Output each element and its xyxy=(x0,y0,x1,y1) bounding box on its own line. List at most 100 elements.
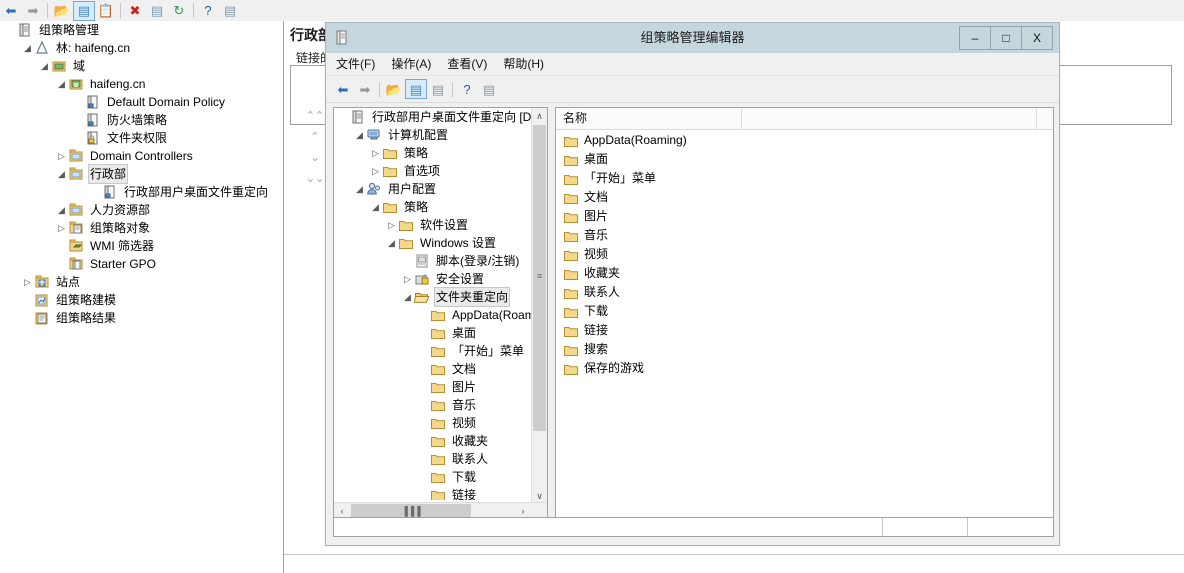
gpme-tree-item[interactable]: ▷ 安全设置 xyxy=(334,270,532,288)
expander-icon[interactable] xyxy=(417,378,430,396)
gpme-tree-item[interactable]: 图片 xyxy=(334,378,532,396)
console-tree-item[interactable]: ◢ 行政部 xyxy=(0,164,283,184)
expander-icon[interactable] xyxy=(417,450,430,468)
console-tree-item[interactable]: 组策略建模 xyxy=(0,291,283,309)
window-icon[interactable]: ▤ xyxy=(478,79,500,99)
gpme-toolbar[interactable]: ⬅ ➡ 📂 ▤ ▤? ▤ xyxy=(326,76,1059,103)
gpme-list-header[interactable]: 名称 xyxy=(556,108,1053,130)
list-item[interactable]: 下载 xyxy=(556,301,1053,320)
console-tree-item[interactable]: Starter GPO xyxy=(0,255,283,273)
refresh-icon[interactable]: ↻ xyxy=(168,1,190,21)
expander-icon[interactable] xyxy=(417,468,430,486)
menu-view[interactable]: 查看(V) xyxy=(447,53,487,75)
gpme-tree-vscrollbar[interactable]: ∧ ≡ ∨ xyxy=(531,108,547,504)
list-item[interactable]: 图片 xyxy=(556,206,1053,225)
console-tree-item[interactable]: 文件夹权限 xyxy=(0,129,283,147)
gpme-tree-item[interactable]: 视频 xyxy=(334,414,532,432)
maximize-button[interactable]: □ xyxy=(990,26,1022,50)
expander-icon[interactable] xyxy=(21,291,34,309)
list-item[interactable]: 联系人 xyxy=(556,282,1053,301)
console-tree-item[interactable]: ▷ 站点 xyxy=(0,273,283,291)
list-column-header-1[interactable] xyxy=(742,108,1037,129)
expander-icon[interactable]: ◢ xyxy=(55,201,68,219)
console-tree-item[interactable]: Default Domain Policy xyxy=(0,93,283,111)
menu-action[interactable]: 操作(A) xyxy=(391,53,431,75)
expander-icon[interactable] xyxy=(417,324,430,342)
gpme-tree-item[interactable]: 行政部用户桌面文件重定向 [DC1.HA xyxy=(334,108,532,126)
gpme-menubar[interactable]: 文件(F) 操作(A) 查看(V) 帮助(H) xyxy=(326,53,1059,76)
expander-icon[interactable] xyxy=(417,360,430,378)
gpme-tree-hscrollbar[interactable]: ‹ ▐▐▐ › xyxy=(334,502,547,518)
gpme-tree-item[interactable]: ▷ 首选项 xyxy=(334,162,532,180)
console-tree-item[interactable]: ▷ Domain Controllers xyxy=(0,147,283,165)
expander-icon[interactable]: ▷ xyxy=(55,147,68,165)
expander-icon[interactable] xyxy=(417,306,430,324)
gpme-list-pane[interactable]: 名称 AppData(Roaming) 桌面 「开始」菜单 文档 图片 音乐 视频 收藏夹 联系… xyxy=(555,107,1054,519)
gpme-tree-item[interactable]: 「开始」菜单 xyxy=(334,342,532,360)
expander-icon[interactable] xyxy=(72,129,85,147)
gpme-tree-item[interactable]: 脚本(登录/注销) xyxy=(334,252,532,270)
expander-icon[interactable] xyxy=(72,93,85,111)
expander-icon[interactable] xyxy=(337,108,350,126)
gpme-caption-buttons[interactable]: – □ X xyxy=(959,26,1053,50)
expander-icon[interactable]: ◢ xyxy=(401,288,414,306)
console-tree-item[interactable]: ◢ 林: haifeng.cn xyxy=(0,39,283,57)
gpme-tree-item[interactable]: ◢ 文件夹重定向 xyxy=(334,287,532,307)
forward-icon[interactable]: ➡ xyxy=(354,79,376,99)
console-tree-item[interactable]: 行政部用户桌面文件重定向 xyxy=(0,183,283,201)
expander-icon[interactable] xyxy=(21,309,34,327)
gpme-tree-item[interactable]: ◢ 计算机配置 xyxy=(334,126,532,144)
export-list-icon[interactable]: ▤ xyxy=(427,79,449,99)
console-tree-item[interactable]: 组策略结果 xyxy=(0,309,283,327)
list-item[interactable]: 音乐 xyxy=(556,225,1053,244)
scroll-up-icon[interactable]: ∧ xyxy=(532,108,547,124)
gpme-tree-pane[interactable]: 行政部用户桌面文件重定向 [DC1.HA ◢ 计算机配置 ▷ 策略 ▷ 首选项 ◢ 用户配置 ◢ 策… xyxy=(333,107,548,519)
expander-icon[interactable]: ▷ xyxy=(385,216,398,234)
console-tree-item[interactable]: ▷ 组策略对象 xyxy=(0,219,283,237)
expander-icon[interactable] xyxy=(417,396,430,414)
gpme-tree-item[interactable]: 下载 xyxy=(334,468,532,486)
console-tree-item[interactable]: 组策略管理 xyxy=(0,21,283,39)
list-item[interactable]: 文档 xyxy=(556,187,1053,206)
list-item[interactable]: 保存的游戏 xyxy=(556,358,1053,377)
expander-icon[interactable]: ◢ xyxy=(385,234,398,252)
gpme-tree-item[interactable]: ◢ 策略 xyxy=(334,198,532,216)
list-item[interactable]: 桌面 xyxy=(556,149,1053,168)
gpme-tree-item[interactable]: ▷ 软件设置 xyxy=(334,216,532,234)
gpmc-console-tree[interactable]: 组策略管理 ◢ 林: haifeng.cn ◢ 域 ◢ haifeng.cn Default … xyxy=(0,21,284,573)
properties-icon[interactable]: 📋 xyxy=(95,1,117,21)
expander-icon[interactable]: ▷ xyxy=(401,270,414,288)
list-item[interactable]: 搜索 xyxy=(556,339,1053,358)
gpme-list-rows[interactable]: AppData(Roaming) 桌面 「开始」菜单 文档 图片 音乐 视频 收藏夹 联系人 下载… xyxy=(556,130,1053,377)
expander-icon[interactable] xyxy=(4,21,17,39)
gpme-tree-item[interactable]: ▷ 策略 xyxy=(334,144,532,162)
gpme-tree-item[interactable]: ◢ Windows 设置 xyxy=(334,234,532,252)
gpme-tree-item[interactable]: 联系人 xyxy=(334,450,532,468)
gpme-tree-item[interactable]: 收藏夹 xyxy=(334,432,532,450)
menu-help[interactable]: 帮助(H) xyxy=(503,53,544,75)
list-item[interactable]: 「开始」菜单 xyxy=(556,168,1053,187)
gpme-tree-items[interactable]: 行政部用户桌面文件重定向 [DC1.HA ◢ 计算机配置 ▷ 策略 ▷ 首选项 ◢ 用户配置 ◢ 策… xyxy=(334,108,532,500)
expander-icon[interactable]: ◢ xyxy=(353,126,366,144)
help-icon[interactable]: ? xyxy=(197,1,219,21)
expander-icon[interactable]: ▷ xyxy=(369,144,382,162)
list-item[interactable]: 收藏夹 xyxy=(556,263,1053,282)
show-hide-tree-icon[interactable]: ▤ xyxy=(73,0,95,21)
expander-icon[interactable]: ◢ xyxy=(55,75,68,93)
forward-icon[interactable]: ➡ xyxy=(22,1,44,21)
expander-icon[interactable] xyxy=(55,237,68,255)
gpme-tree-item[interactable]: 文档 xyxy=(334,360,532,378)
list-column-header-0[interactable]: 名称 xyxy=(556,108,742,129)
console-tree-item[interactable]: ◢ 人力资源部 xyxy=(0,201,283,219)
show-hide-tree-icon[interactable]: ▤ xyxy=(405,79,427,99)
expander-icon[interactable] xyxy=(417,432,430,450)
delete-icon[interactable]: ✖ xyxy=(124,1,146,21)
gpme-titlebar[interactable]: 组策略管理编辑器 – □ X xyxy=(326,23,1059,53)
back-icon[interactable]: ⬅ xyxy=(332,79,354,99)
vscroll-thumb[interactable]: ≡ xyxy=(533,125,546,431)
expander-icon[interactable]: ▷ xyxy=(369,162,382,180)
expander-icon[interactable] xyxy=(401,252,414,270)
console-tree-item[interactable]: 防火墙策略 xyxy=(0,111,283,129)
expander-icon[interactable]: ▷ xyxy=(55,219,68,237)
edit-icon[interactable]: ▤ xyxy=(146,1,168,21)
